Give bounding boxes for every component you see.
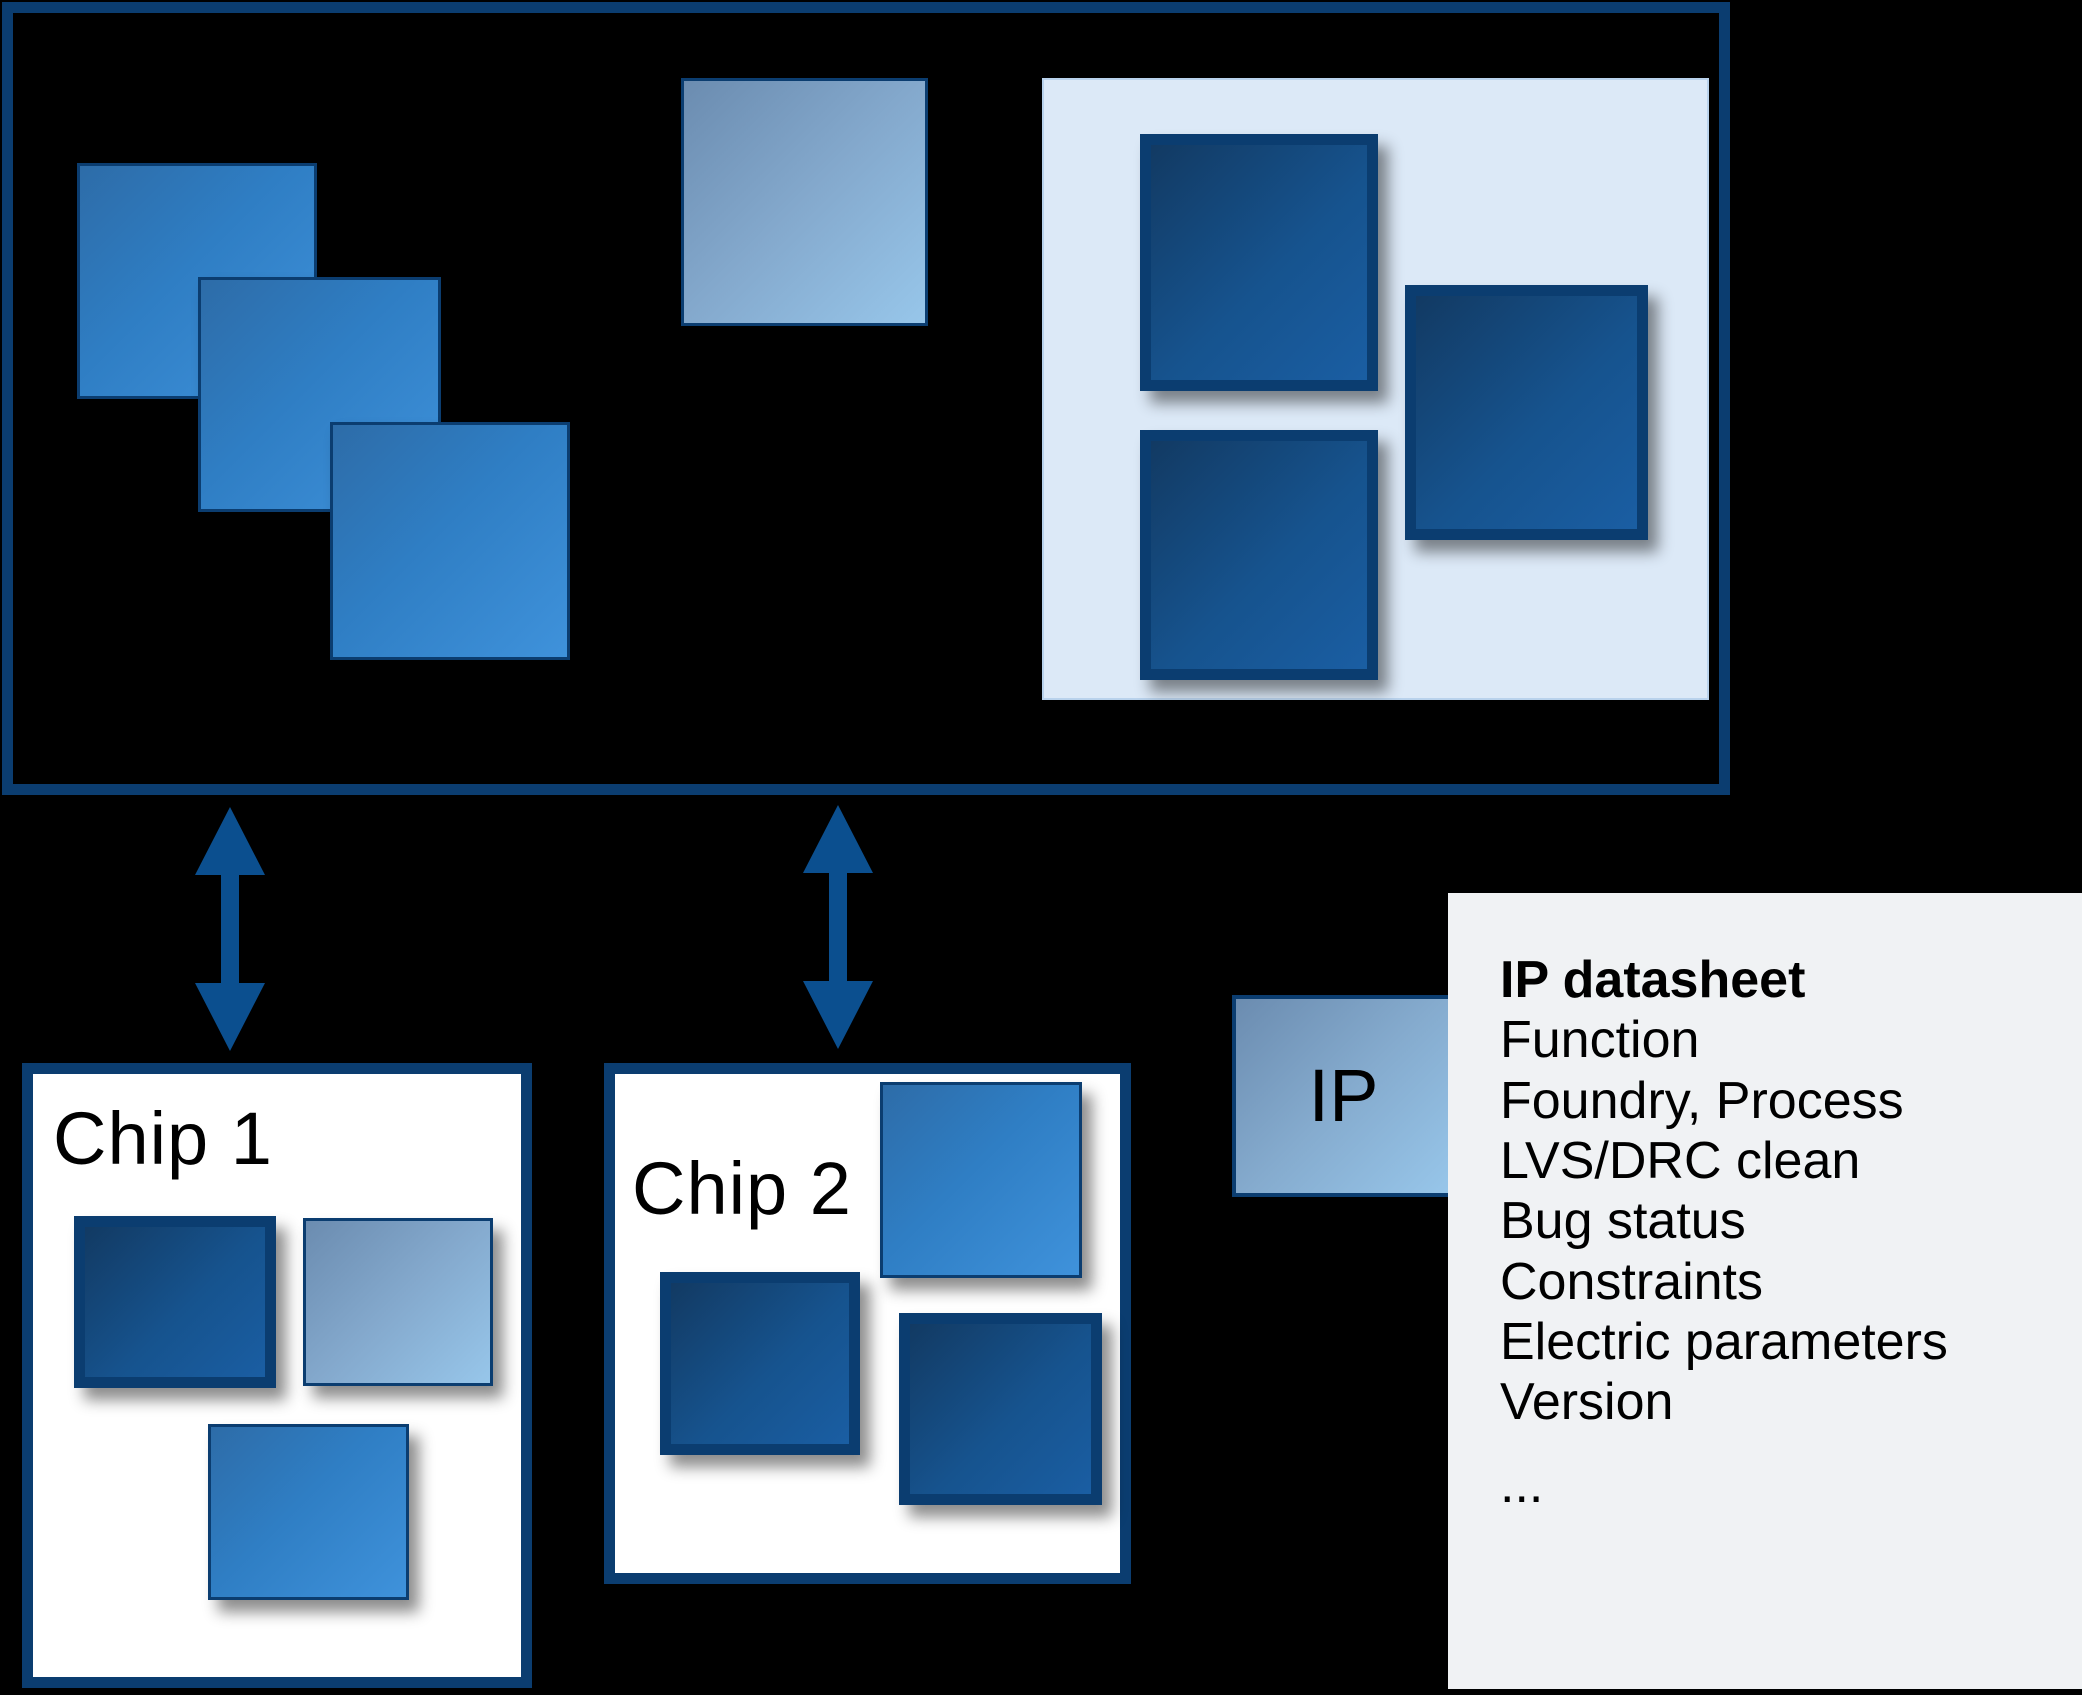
diagram-canvas: Chip 1 Chip 2 IP IP datasheet Function F… (0, 0, 2082, 1695)
ip-datasheet-line-ellipsis: ... (1500, 1455, 1544, 1514)
chip-2-label: Chip 2 (632, 1147, 852, 1230)
chip-1-block-1 (74, 1216, 276, 1388)
library-block-3 (330, 422, 570, 660)
ip-datasheet-line-lvs-drc-clean: LVS/DRC clean (1500, 1131, 1861, 1190)
chip-1-block-3 (208, 1424, 409, 1600)
arrow-library-to-chip2 (803, 805, 873, 1049)
ip-datasheet-line-bug-status: Bug status (1500, 1192, 1746, 1251)
chip-1-label: Chip 1 (53, 1097, 273, 1180)
chip-2-block-2 (660, 1272, 860, 1455)
ip-swatch-label: IP (1308, 1054, 1379, 1137)
ip-datasheet-line-function: Function (1500, 1011, 1700, 1070)
chip-1-block-2 (303, 1218, 493, 1386)
ip-datasheet-title: IP datasheet (1500, 951, 1806, 1009)
library-block-light (681, 78, 928, 326)
arrow-library-to-chip1 (195, 807, 265, 1051)
macro-block-2 (1405, 285, 1648, 540)
chip-2-block-1 (880, 1082, 1082, 1278)
ip-datasheet-panel: IP datasheet Function Foundry, Process L… (1448, 893, 2082, 1689)
ip-datasheet-line-foundry-process: Foundry, Process (1500, 1071, 1904, 1130)
ip-swatch: IP (1232, 995, 1455, 1197)
chip-2-block-3 (899, 1313, 1102, 1505)
ip-datasheet-line-version: Version (1500, 1373, 1674, 1432)
macro-block-1 (1140, 134, 1378, 391)
ip-datasheet-line-electric-parameters: Electric parameters (1500, 1312, 1948, 1371)
macro-block-3 (1140, 430, 1378, 680)
ip-datasheet-line-constraints: Constraints (1500, 1252, 1763, 1311)
